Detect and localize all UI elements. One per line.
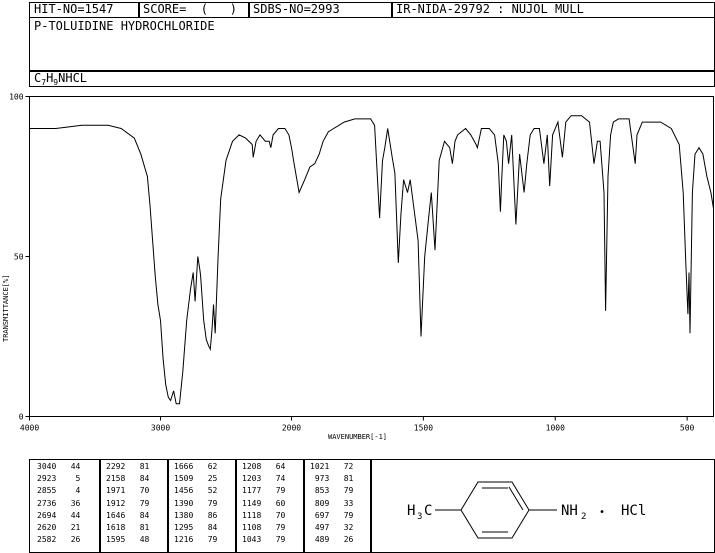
peak-row: 1043 79 — [242, 535, 286, 545]
peak-row: 1509 25 — [174, 474, 218, 484]
x-tick-label: 4000 — [20, 424, 39, 433]
formula-rest: NHCL — [58, 71, 88, 85]
x-tick-label: 2000 — [282, 424, 301, 433]
amine-sub: 2 — [581, 512, 586, 522]
header-bar — [29, 2, 715, 18]
peak-row: 1108 79 — [242, 523, 286, 533]
score: SCORE= ( ) — [143, 2, 237, 16]
hit-number: HIT-NO=1547 — [34, 2, 114, 16]
peak-row: 2736 36 — [37, 498, 81, 508]
peak-column: 1021 72 973 81 853 79 809 33 697 79 497 … — [310, 461, 353, 546]
peak-row: 1595 48 — [106, 535, 150, 545]
peak-row: 2923 5 — [37, 474, 81, 484]
y-tick-label: 100 — [9, 93, 24, 102]
peak-row: 3040 44 — [37, 462, 81, 471]
peak-table-div-2 — [167, 459, 169, 553]
peak-row: 1208 64 — [242, 462, 286, 471]
peak-table-div-3 — [235, 459, 237, 553]
peak-row: 1971 70 — [106, 486, 150, 496]
benzene-ring — [435, 481, 557, 539]
peak-row: 809 33 — [310, 498, 354, 508]
peak-row: 2582 26 — [37, 535, 81, 545]
peak-row: 2855 4 — [37, 486, 81, 496]
amine-label: NH — [561, 503, 578, 519]
x-tick-label: 3000 — [151, 424, 170, 433]
peak-row: 1456 52 — [174, 486, 218, 496]
spectrum-line — [29, 115, 714, 405]
x-tick-label: 500 — [680, 424, 695, 433]
peak-column: 1208 64 1203 74 1177 79 1149 60 1118 70 1108 … — [242, 461, 285, 546]
peak-row: 489 26 — [310, 535, 354, 545]
peak-row: 1203 74 — [242, 474, 286, 484]
peak-row: 497 32 — [310, 523, 354, 533]
peak-row: 1118 70 — [242, 510, 286, 520]
methyl-c: C — [424, 503, 432, 519]
peak-row: 2694 44 — [37, 510, 81, 520]
peak-row: 853 79 — [310, 486, 354, 496]
x-tick-label: 1500 — [414, 424, 433, 433]
peak-row: 697 79 — [310, 510, 354, 520]
peak-table-div-1 — [99, 459, 101, 553]
ir-nida: IR-NIDA-29792 : NUJOL MULL — [396, 2, 584, 16]
formula-divider — [29, 70, 715, 72]
header-divider-2 — [248, 2, 250, 18]
peak-row: 2620 21 — [37, 523, 81, 533]
peak-row: 973 81 — [310, 474, 354, 484]
peak-row: 1390 79 — [174, 498, 218, 508]
peak-row: 1380 86 — [174, 510, 218, 520]
salt-dot: • — [599, 507, 605, 518]
peak-row: 1216 79 — [174, 535, 218, 545]
x-tick-label: 1000 — [546, 424, 565, 433]
peak-table-div-4 — [303, 459, 305, 553]
compound-name: P-TOLUIDINE HYDROCHLORIDE — [34, 19, 215, 33]
y-tick-label: 0 — [19, 413, 24, 422]
peak-row: 1666 62 — [174, 462, 218, 471]
header-divider-3 — [391, 2, 393, 18]
peak-column: 3040 44 2923 5 2855 4 2736 36 2694 44 2620 21… — [37, 461, 80, 546]
structure-diagram: H 3 C NH 2 • HCl — [407, 481, 646, 539]
peak-row: 1149 60 — [242, 498, 286, 508]
peak-column: 1666 62 1509 25 1456 52 1390 79 1380 86 1295 … — [174, 461, 217, 546]
peak-column: 2292 81 2158 84 1971 70 1912 79 1646 84 1618 … — [106, 461, 149, 546]
peak-row: 1295 84 — [174, 523, 218, 533]
y-axis-label: TRANSMITTANCE[%] — [2, 275, 10, 342]
peak-row: 1021 72 — [310, 462, 354, 471]
peak-row: 1177 79 — [242, 486, 286, 496]
x-axis-label: WAVENUMBER[-1] — [328, 433, 387, 441]
sdbs-number: SDBS-NO=2993 — [253, 2, 340, 16]
ir-spectrum-chart: 4000 3000 2000 1500 1000 500100500 TRANSMITTA… — [2, 93, 714, 441]
hcl-label: HCl — [621, 503, 646, 519]
y-tick-label: 50 — [14, 253, 24, 262]
plot-frame — [29, 96, 714, 417]
peak-row: 1912 79 — [106, 498, 150, 508]
header-divider-1 — [138, 2, 140, 18]
peak-row: 1618 81 — [106, 523, 150, 533]
molecular-formula: C7H9NHCL — [34, 71, 87, 90]
peak-row: 2292 81 — [106, 462, 150, 471]
methyl-h: H — [407, 503, 415, 519]
methyl-sub: 3 — [417, 512, 422, 522]
peak-row: 1646 84 — [106, 510, 150, 520]
peak-row: 2158 84 — [106, 474, 150, 484]
